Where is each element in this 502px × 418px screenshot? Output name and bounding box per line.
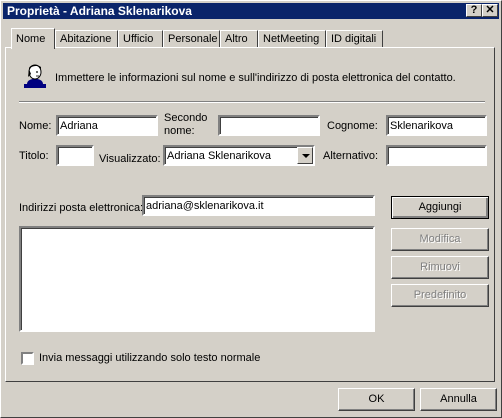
contact-card-icon xyxy=(24,64,46,88)
remove-button-label: Rimuovi xyxy=(420,261,460,273)
window-title: Proprietà - Adriana Sklenarikova xyxy=(7,4,192,18)
tab-ufficio[interactable]: Ufficio xyxy=(118,30,163,47)
tab-id-digitali[interactable]: ID digitali xyxy=(326,30,383,47)
nickname-field[interactable] xyxy=(386,145,487,166)
nickname-label: Alternativo: xyxy=(323,150,379,162)
tab-altro[interactable]: Altro xyxy=(220,30,258,47)
plain-text-label: Invia messaggi utilizzando solo testo no… xyxy=(39,352,261,364)
help-button[interactable]: ? xyxy=(466,4,482,17)
tab-abitazione[interactable]: Abitazione xyxy=(55,30,118,47)
close-button[interactable]: ✕ xyxy=(482,4,498,17)
cancel-button-label: Annulla xyxy=(440,393,477,405)
display-select[interactable]: Adriana Sklenarikova xyxy=(163,145,315,166)
email-address-list[interactable] xyxy=(19,226,375,332)
set-default-button[interactable]: Predefinito xyxy=(391,284,489,307)
plain-text-checkbox[interactable] xyxy=(21,352,34,365)
first-name-label: Nome: xyxy=(19,120,52,132)
cancel-button[interactable]: Annulla xyxy=(420,388,497,411)
title-bar[interactable]: Proprietà - Adriana Sklenarikova ? ✕ xyxy=(3,3,499,19)
ok-button[interactable]: OK xyxy=(338,388,415,411)
add-button[interactable]: Aggiungi xyxy=(391,196,489,219)
tab-netmeeting[interactable]: NetMeeting xyxy=(258,30,326,47)
properties-dialog: Proprietà - Adriana Sklenarikova ? ✕ Nom… xyxy=(0,0,502,418)
title-label: Titolo: xyxy=(19,150,49,162)
title-field[interactable] xyxy=(56,145,94,166)
add-button-label: Aggiungi xyxy=(418,201,462,213)
tab-nome[interactable]: Nome xyxy=(11,28,55,49)
last-name-field[interactable]: Sklenarikova xyxy=(386,115,487,136)
middle-name-label-line2: nome: xyxy=(164,125,195,137)
chevron-down-icon[interactable] xyxy=(297,147,313,164)
intro-text: Immettere le informazioni sul nome e sul… xyxy=(55,72,456,84)
display-select-value: Adriana Sklenarikova xyxy=(167,150,271,162)
email-label: Indirizzi posta elettronica: xyxy=(19,202,144,214)
display-label: Visualizzato: xyxy=(99,153,161,165)
separator xyxy=(19,101,485,103)
last-name-label: Cognome: xyxy=(327,120,378,132)
tab-personale[interactable]: Personale xyxy=(163,30,220,47)
email-input[interactable]: adriana@sklenarikova.it xyxy=(142,195,375,216)
edit-button-label: Modifica xyxy=(419,233,461,245)
first-name-field[interactable]: Adriana xyxy=(56,115,158,136)
ok-button-label: OK xyxy=(368,393,385,405)
middle-name-label-line1: Secondo xyxy=(164,112,208,124)
middle-name-field[interactable] xyxy=(218,115,320,136)
set-default-button-label: Predefinito xyxy=(413,289,467,301)
remove-button[interactable]: Rimuovi xyxy=(391,256,489,279)
edit-button[interactable]: Modifica xyxy=(391,228,489,251)
